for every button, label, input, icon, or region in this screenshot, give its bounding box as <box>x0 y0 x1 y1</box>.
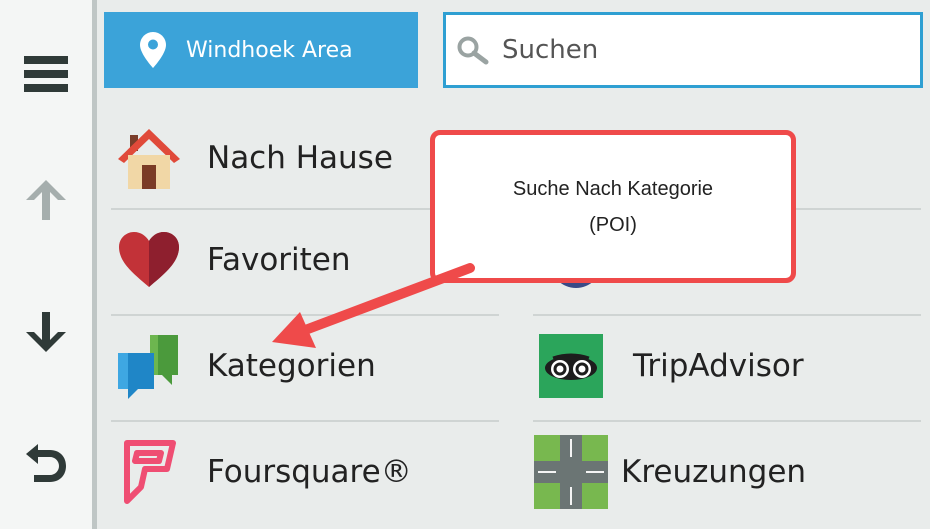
menu-item-label: Kategorien <box>207 348 376 384</box>
back-arrow-icon <box>26 444 66 482</box>
area-button[interactable]: Windhoek Area <box>104 12 418 88</box>
callout-line-1: Suche Nach Kategorie <box>512 177 714 200</box>
location-pin-icon <box>140 32 166 68</box>
scroll-up-button[interactable] <box>14 168 78 232</box>
search-icon <box>456 35 492 65</box>
arrow-down-icon <box>26 312 66 352</box>
menu-button[interactable] <box>14 42 78 106</box>
search-input[interactable] <box>502 30 882 70</box>
annotation-callout: Suche Nach Kategorie (POI) <box>430 130 796 283</box>
area-label: Windhoek Area <box>186 37 353 63</box>
menu-item-label: Kreuzungen <box>621 454 807 490</box>
menu-item-label: Nach Hause <box>207 140 393 176</box>
arrow-up-icon <box>26 180 66 220</box>
menu-item-kategorien[interactable]: Kategorien <box>111 316 501 416</box>
scroll-down-button[interactable] <box>14 300 78 364</box>
home-icon <box>111 120 187 196</box>
menu-item-tripadvisor[interactable]: TripAdvisor <box>533 316 923 416</box>
heart-icon <box>111 222 187 298</box>
sidebar <box>0 0 92 529</box>
menu-item-label: TripAdvisor <box>633 348 804 384</box>
menu-item-label: Favoriten <box>207 242 351 278</box>
hamburger-menu-icon <box>24 56 68 92</box>
intersection-icon <box>533 434 609 510</box>
foursquare-icon <box>111 434 187 510</box>
search-box[interactable] <box>443 12 923 88</box>
tripadvisor-icon <box>533 328 609 404</box>
callout-line-2: (POI) <box>589 213 637 236</box>
back-button[interactable] <box>14 432 78 496</box>
menu-item-kreuzungen[interactable]: Kreuzungen <box>533 422 923 522</box>
menu-item-label: Foursquare® <box>207 454 412 490</box>
menu-item-foursquare[interactable]: Foursquare® <box>111 422 501 522</box>
categories-icon <box>111 328 187 404</box>
